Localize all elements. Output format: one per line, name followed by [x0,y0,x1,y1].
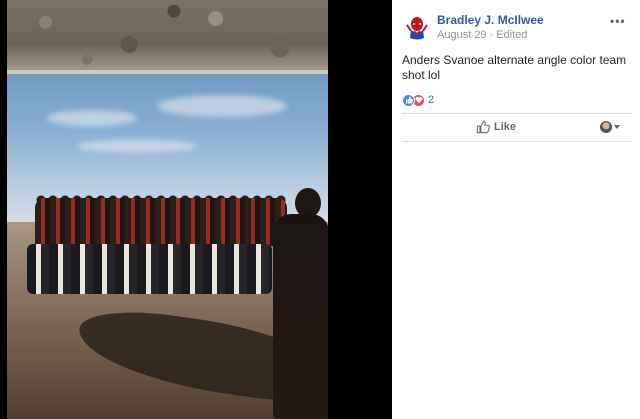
reaction-summary[interactable]: 2 [402,93,434,107]
thumbs-up-icon [476,120,490,134]
like-button-label: Like [494,121,517,133]
divider [402,141,632,142]
reaction-count: 2 [428,94,435,106]
more-options-button[interactable]: ••• [610,14,626,28]
photo-foreground-person [269,188,328,419]
viewer-avatar-icon [600,121,612,133]
divider [402,113,632,114]
post-date-link[interactable]: August 29 [437,29,487,41]
like-reaction-icon [402,93,415,107]
author-avatar[interactable] [402,12,432,42]
photo-cloud [157,95,287,117]
post-meta: August 29 · Edited [437,29,527,41]
photo-cloud [77,140,197,152]
like-button[interactable]: Like [476,120,516,134]
photo-cloud [47,110,137,126]
act-as-selector[interactable] [600,121,620,133]
edited-label[interactable]: Edited [496,29,527,41]
photo-rock-background [7,0,328,74]
post-text: Anders Svanoe alternate angle color team… [402,53,627,82]
author-name-link[interactable]: Bradley J. McIlwee [437,13,544,27]
photo-viewer[interactable] [0,0,392,419]
photo-team-back-row [35,198,287,246]
post-photo[interactable] [7,0,328,419]
photo-team-front-row [27,244,272,294]
spiderman-avatar-icon [402,12,432,42]
photo-person-body [273,214,328,419]
action-bar: Like [402,116,632,140]
meta-separator: · [489,29,494,41]
photo-team-group [27,194,287,298]
chevron-down-icon [614,125,620,129]
